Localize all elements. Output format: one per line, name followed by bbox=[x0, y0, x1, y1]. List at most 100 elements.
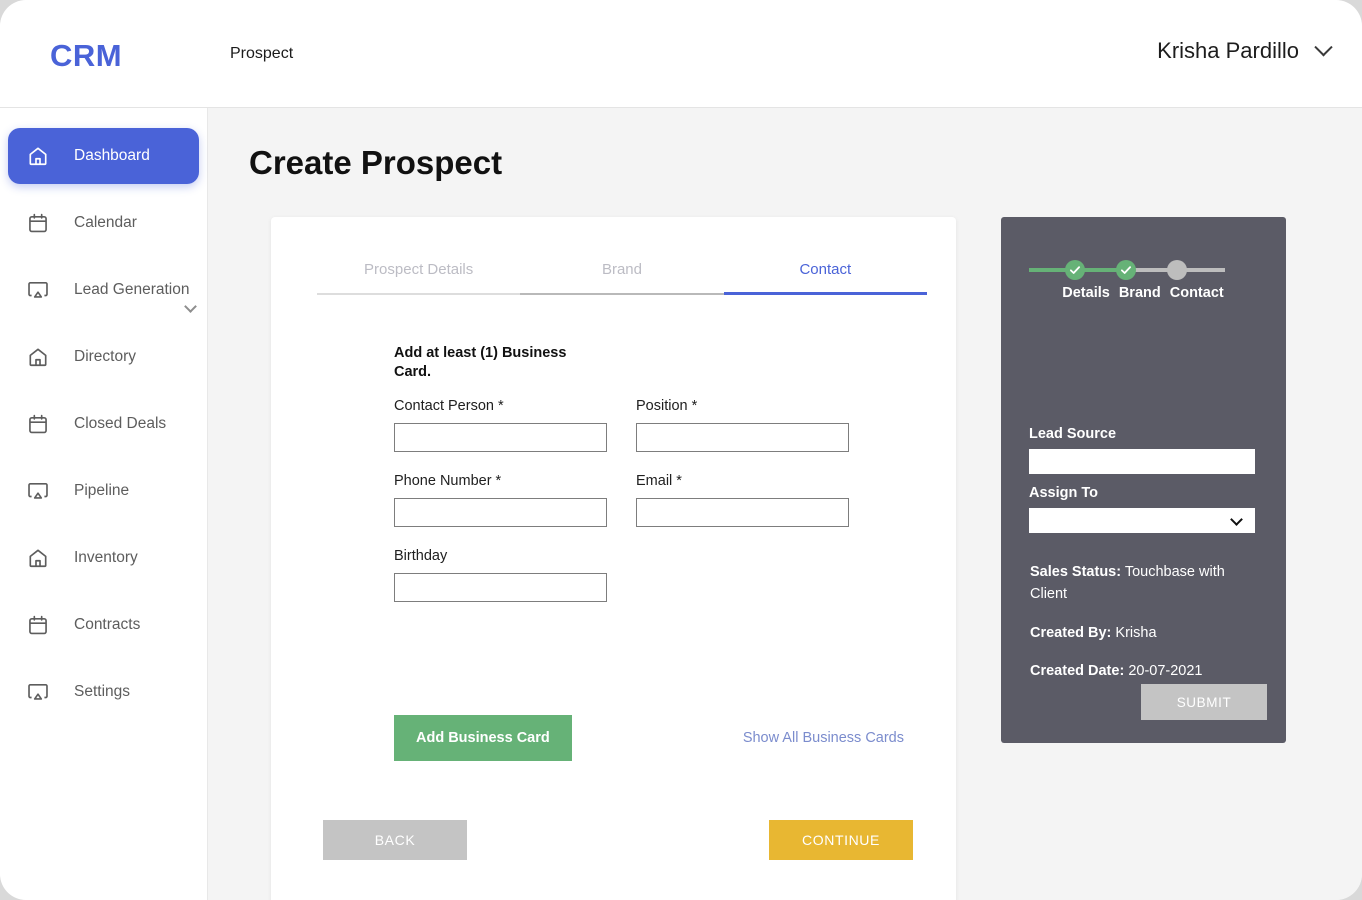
home-icon bbox=[29, 549, 47, 568]
airplay-icon bbox=[28, 684, 48, 700]
sidebar-item-directory[interactable]: Directory bbox=[8, 329, 199, 385]
field-label: Phone Number * bbox=[394, 473, 502, 490]
sidebar-item-label: Directory bbox=[74, 348, 137, 365]
stepper-track bbox=[1029, 260, 1257, 280]
chevron-down-icon[interactable] bbox=[184, 300, 197, 313]
business-card-note: Add at least (1) Business Card. bbox=[394, 345, 567, 381]
tab-brand[interactable]: Brand bbox=[520, 261, 724, 295]
stepper-label-details: Details bbox=[1062, 285, 1110, 301]
meta-label: Created Date: bbox=[1030, 663, 1125, 680]
back-button[interactable]: BACK bbox=[323, 820, 467, 860]
stepper-labels: Details Brand Contact bbox=[1029, 285, 1257, 301]
sidebar-item-dashboard[interactable]: Dashboard bbox=[8, 128, 199, 184]
sidebar-item-calendar[interactable]: Calendar bbox=[8, 195, 199, 251]
sidebar-item-label: Settings bbox=[74, 683, 131, 700]
page-title: Create Prospect bbox=[249, 144, 503, 181]
check-icon bbox=[1069, 266, 1081, 274]
form-nav-buttons: BACK CONTINUE bbox=[323, 820, 913, 860]
progress-stepper: Details Brand Contact bbox=[1029, 260, 1257, 301]
assign-to-field: Assign To bbox=[1029, 485, 1255, 533]
calendar-icon bbox=[26, 412, 50, 436]
summary-panel: Details Brand Contact Lead Source Assign… bbox=[1001, 217, 1286, 743]
check-icon bbox=[1120, 266, 1132, 274]
sidebar-item-inventory[interactable]: Inventory bbox=[8, 530, 199, 586]
field-phone-number: Phone Number * bbox=[394, 473, 607, 528]
lead-source-label: Lead Source bbox=[1029, 426, 1117, 442]
airplay-icon bbox=[26, 680, 50, 704]
show-all-business-cards-link[interactable]: Show All Business Cards bbox=[743, 730, 904, 746]
main-content: Create Prospect Prospect Details Brand Con… bbox=[208, 108, 1362, 900]
step-dot-brand[interactable] bbox=[1116, 260, 1136, 280]
top-bar: CRM Prospect Krisha Pardillo bbox=[0, 0, 1362, 108]
form-tabs: Prospect Details Brand Contact bbox=[317, 261, 927, 295]
sidebar-item-label: Closed Deals bbox=[74, 415, 167, 432]
sidebar-item-lead-generation[interactable]: Lead Generation bbox=[8, 262, 199, 318]
home-icon bbox=[26, 345, 50, 369]
airplay-icon bbox=[28, 483, 48, 499]
user-name: Krisha Pardillo bbox=[1157, 38, 1299, 63]
lead-source-field: Lead Source bbox=[1029, 426, 1255, 474]
field-grid: Contact Person * Position * Phone Number *… bbox=[394, 398, 874, 623]
home-icon bbox=[29, 147, 47, 166]
meta-value: Krisha bbox=[1115, 624, 1157, 641]
sidebar-item-label: Contracts bbox=[74, 616, 141, 633]
sidebar: Dashboard Calendar Lead Generation Director… bbox=[0, 108, 208, 900]
calendar-icon bbox=[29, 213, 47, 233]
stepper-label-contact: Contact bbox=[1169, 285, 1224, 301]
user-menu[interactable]: Krisha Pardillo bbox=[1157, 37, 1333, 64]
airplay-icon bbox=[26, 278, 50, 302]
prospect-meta: Sales Status: Touchbase with Client Creat… bbox=[1030, 562, 1256, 700]
submit-button[interactable]: SUBMIT bbox=[1141, 684, 1267, 720]
continue-button[interactable]: CONTINUE bbox=[769, 820, 913, 860]
chevron-down-icon bbox=[1230, 513, 1243, 526]
sidebar-item-label: Pipeline bbox=[74, 482, 130, 499]
assign-to-label: Assign To bbox=[1029, 485, 1099, 501]
sidebar-item-closed-deals[interactable]: Closed Deals bbox=[8, 396, 199, 452]
calendar-icon bbox=[26, 613, 50, 637]
calendar-icon bbox=[29, 414, 47, 434]
field-input[interactable] bbox=[394, 573, 607, 603]
stepper-label-brand: Brand bbox=[1118, 285, 1161, 301]
meta-label: Sales Status: bbox=[1030, 564, 1122, 580]
step-dot-details[interactable] bbox=[1065, 260, 1085, 280]
step-dot-contact[interactable] bbox=[1167, 260, 1187, 280]
field-label: Contact Person * bbox=[394, 398, 504, 415]
chevron-down-icon bbox=[1314, 37, 1333, 56]
airplay-icon bbox=[26, 479, 50, 503]
field-contact-person: Contact Person * bbox=[394, 398, 607, 453]
meta-value: 20-07-2021 bbox=[1128, 663, 1203, 680]
field-label: Birthday bbox=[394, 548, 448, 565]
assign-to-select[interactable] bbox=[1029, 508, 1255, 533]
sidebar-item-settings[interactable]: Settings bbox=[8, 664, 199, 720]
field-position: Position * bbox=[636, 398, 849, 453]
sidebar-item-pipeline[interactable]: Pipeline bbox=[8, 463, 199, 519]
app-frame: CRM Prospect Krisha Pardillo Dashboard Ca… bbox=[0, 0, 1362, 900]
sidebar-item-contracts[interactable]: Contracts bbox=[8, 597, 199, 653]
app-logo[interactable]: CRM bbox=[50, 38, 122, 74]
tab-prospect-details[interactable]: Prospect Details bbox=[317, 261, 521, 295]
prospect-form-card: Prospect Details Brand Contact Add at leas… bbox=[271, 217, 956, 900]
field-input[interactable] bbox=[394, 423, 607, 453]
field-email: Email * bbox=[636, 473, 849, 528]
meta-row: Created Date: 20-07-2021 bbox=[1030, 661, 1256, 683]
sidebar-item-label: Calendar bbox=[74, 214, 137, 231]
tab-contact[interactable]: Contact bbox=[723, 261, 927, 295]
field-input[interactable] bbox=[394, 498, 607, 528]
breadcrumb: Prospect bbox=[230, 45, 294, 62]
field-input[interactable] bbox=[636, 423, 849, 453]
lead-source-input[interactable] bbox=[1029, 449, 1255, 474]
sidebar-item-label: Dashboard bbox=[74, 147, 150, 164]
field-label: Email * bbox=[636, 473, 682, 490]
calendar-icon bbox=[29, 615, 47, 635]
meta-row: Created By: Krisha bbox=[1030, 623, 1256, 645]
home-icon bbox=[26, 144, 50, 168]
sidebar-item-label: Inventory bbox=[74, 549, 138, 566]
field-input[interactable] bbox=[636, 498, 849, 528]
form-body: Add at least (1) Business Card. Contact … bbox=[394, 344, 874, 623]
card-actions: Add Business Card Show All Business Card… bbox=[394, 715, 904, 761]
airplay-icon bbox=[28, 282, 48, 298]
add-business-card-button[interactable]: Add Business Card bbox=[394, 715, 572, 761]
home-icon bbox=[26, 546, 50, 570]
meta-row: Sales Status: Touchbase with Client bbox=[1030, 562, 1256, 606]
sidebar-item-label: Lead Generation bbox=[74, 281, 190, 298]
